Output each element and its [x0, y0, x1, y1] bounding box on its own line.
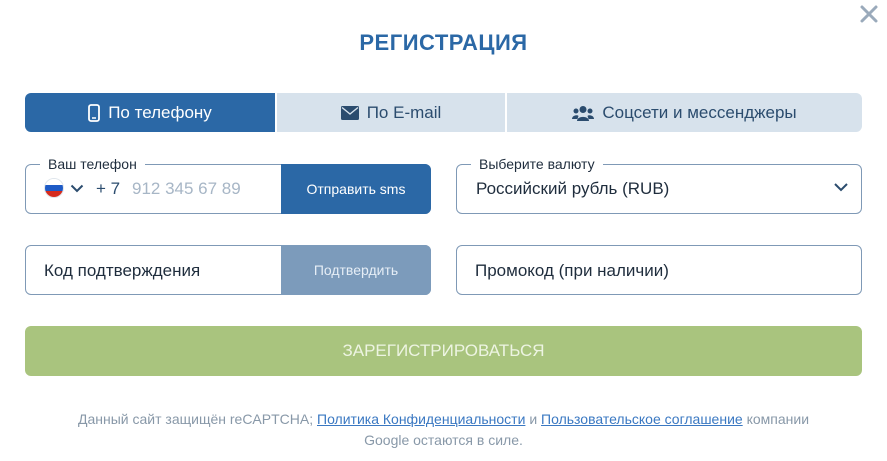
recaptcha-notice: Данный сайт защищён reCAPTCHA; Политика …	[25, 409, 862, 451]
confirm-button[interactable]: Подтвердить	[281, 245, 431, 295]
phone-field: Ваш телефон + 7 Отправить sms	[25, 156, 431, 214]
footer-text: компании	[746, 411, 810, 427]
register-button[interactable]: ЗАРЕГИСТРИРОВАТЬСЯ	[25, 326, 862, 376]
tab-social-networks[interactable]: Соцсети и мессенджеры	[505, 93, 862, 132]
confirmation-code-field: Подтвердить	[25, 245, 431, 295]
users-icon	[572, 105, 595, 121]
promo-code-input[interactable]	[475, 257, 835, 285]
registration-modal: РЕГИСТРАЦИЯ По телефону По E-mail Соцсет…	[0, 0, 887, 461]
tab-label: По телефону	[108, 102, 212, 122]
confirmation-code-input[interactable]	[44, 257, 274, 285]
currency-legend: Выберите валюту	[471, 156, 603, 172]
close-icon[interactable]	[857, 2, 881, 26]
phone-legend: Ваш телефон	[40, 156, 145, 172]
chevron-down-icon	[833, 182, 849, 192]
chevron-down-icon	[70, 184, 84, 193]
privacy-policy-link[interactable]: Политика Конфиденциальности	[317, 411, 525, 427]
tab-by-phone[interactable]: По телефону	[25, 93, 275, 132]
phone-input[interactable]	[132, 175, 282, 203]
footer-text: и	[529, 411, 538, 427]
user-agreement-link[interactable]: Пользовательское соглашение	[541, 411, 743, 427]
tab-label: Соцсети и мессенджеры	[602, 102, 797, 122]
registration-tabs: По телефону По E-mail Соцсети и мессендж…	[25, 93, 862, 132]
tab-label: По E-mail	[366, 102, 442, 122]
envelope-icon	[340, 105, 359, 120]
send-sms-button[interactable]: Отправить sms	[281, 164, 431, 214]
promo-code-field	[456, 245, 862, 295]
currency-select[interactable]: Выберите валюту Российский рубль (RUB)	[456, 156, 862, 214]
country-selector[interactable]	[44, 178, 84, 198]
tab-by-email[interactable]: По E-mail	[275, 93, 505, 132]
page-title: РЕГИСТРАЦИЯ	[359, 30, 528, 55]
russia-flag-icon	[44, 178, 64, 198]
phone-icon	[88, 103, 101, 122]
footer-text: Данный сайт защищён reCAPTCHA;	[77, 411, 314, 427]
footer-text: Google остаются в силе.	[364, 432, 523, 448]
phone-prefix: + 7	[96, 179, 121, 198]
currency-selected-value: Российский рубль (RUB)	[476, 179, 670, 198]
